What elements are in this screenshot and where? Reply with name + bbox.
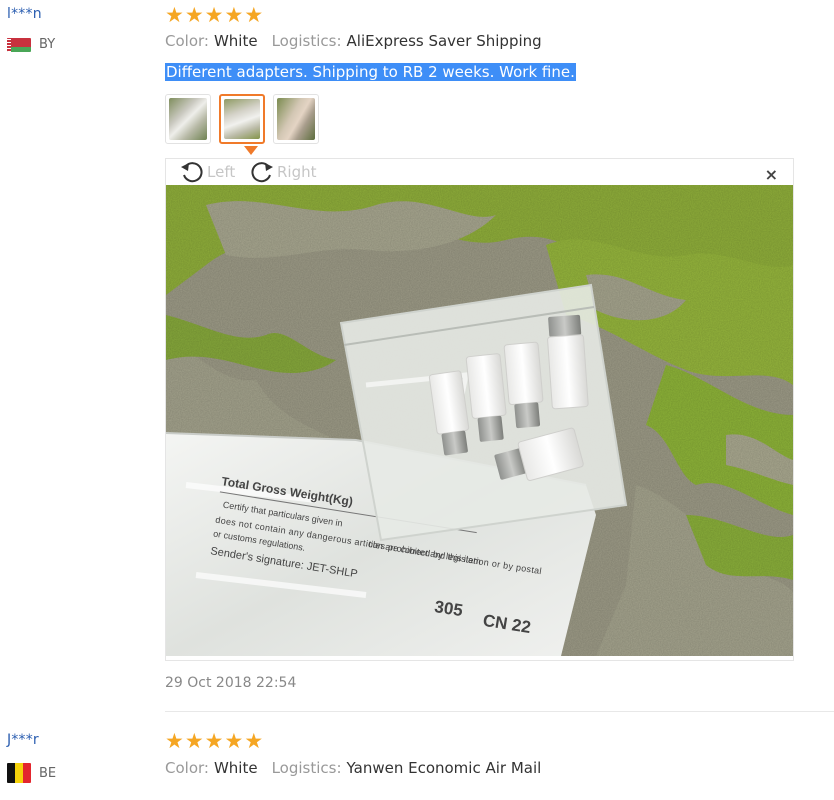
- review-item: J***r BE ★ ★ ★ ★ ★ Color: White Logistics:…: [0, 716, 834, 800]
- thumbnail-pointer: [244, 146, 258, 155]
- star-icon: ★: [165, 729, 184, 753]
- rotate-left-icon: [181, 162, 203, 183]
- flag-icon: [7, 763, 31, 783]
- star-icon: ★: [184, 729, 204, 753]
- color-label: Color:: [165, 759, 209, 777]
- logistics-label: Logistics:: [271, 32, 342, 50]
- photo-viewer: Left Right × Total Gross Weight(Kg) Cert…: [165, 158, 794, 661]
- close-icon[interactable]: ×: [765, 165, 778, 184]
- rotate-right-label: Right: [277, 163, 317, 181]
- photo-thumbnails: [165, 94, 319, 144]
- reviewer-name[interactable]: J***r: [7, 732, 39, 748]
- photo-thumbnail-active[interactable]: [219, 94, 265, 144]
- reviewer-country: BY: [7, 37, 55, 52]
- order-info: Color: White Logistics: Yanwen Economic Air…: [165, 759, 541, 777]
- reviewer-name[interactable]: l***n: [7, 6, 42, 22]
- reviewer-country: BE: [7, 763, 56, 783]
- country-code: BE: [39, 765, 57, 781]
- rotate-left-button[interactable]: Left: [178, 161, 235, 183]
- logistics-value: AliExpress Saver Shipping: [346, 32, 542, 50]
- viewer-toolbar: Left Right ×: [166, 159, 793, 185]
- color-label: Color:: [165, 32, 209, 50]
- review-item: l***n BY ★ ★ ★ ★ ★ Color: White Logistics:…: [0, 0, 834, 712]
- star-icon: ★: [184, 3, 204, 27]
- star-icon: ★: [224, 3, 244, 27]
- country-code: BY: [39, 37, 56, 52]
- star-icon: ★: [244, 729, 264, 753]
- order-info: Color: White Logistics: AliExpress Saver Sh…: [165, 32, 542, 50]
- star-rating: ★ ★ ★ ★ ★: [165, 4, 263, 26]
- rotate-right-button[interactable]: Right: [248, 161, 317, 183]
- color-value: White: [213, 32, 258, 50]
- star-icon: ★: [224, 729, 244, 753]
- star-icon: ★: [204, 729, 224, 753]
- star-icon: ★: [244, 3, 264, 27]
- star-icon: ★: [165, 3, 184, 27]
- review-date: 29 Oct 2018 22:54: [165, 675, 297, 691]
- review-photo: Total Gross Weight(Kg) Certify that part…: [166, 185, 793, 656]
- review-text-selected: Different adapters. Shipping to RB 2 wee…: [165, 63, 576, 81]
- color-value: White: [213, 759, 258, 777]
- rotate-right-icon: [251, 162, 273, 183]
- star-icon: ★: [204, 3, 224, 27]
- logistics-label: Logistics:: [271, 759, 342, 777]
- flag-icon: [7, 37, 31, 52]
- logistics-value: Yanwen Economic Air Mail: [346, 759, 542, 777]
- photo-thumbnail[interactable]: [273, 94, 319, 144]
- review-text: Different adapters. Shipping to RB 2 wee…: [165, 62, 576, 82]
- review-divider: [165, 711, 834, 712]
- rotate-left-label: Left: [207, 163, 236, 181]
- star-rating: ★ ★ ★ ★ ★: [165, 730, 263, 752]
- photo-thumbnail[interactable]: [165, 94, 211, 144]
